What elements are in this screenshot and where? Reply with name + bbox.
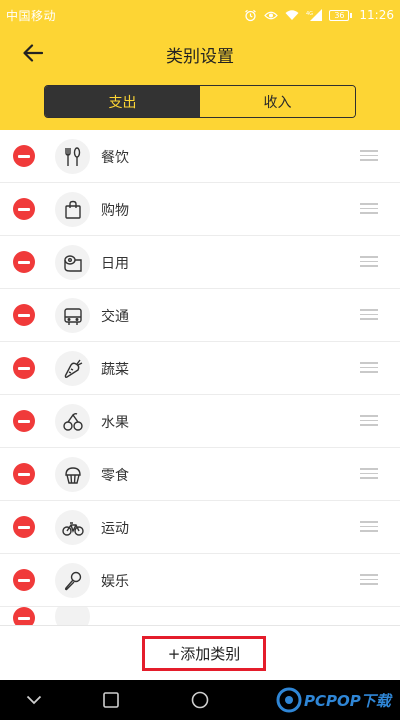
drag-handle[interactable] [360,203,378,215]
battery-icon: 36 [329,9,353,21]
square-icon [103,692,119,708]
drag-handle[interactable] [360,574,378,586]
eye-icon [264,11,279,19]
header: 类别设置 支出 收入 [0,30,400,130]
cherries-icon [55,404,90,439]
list-item: 水果 [0,395,400,448]
category-label: 蔬菜 [101,362,129,378]
tab-income[interactable]: 收入 [200,86,355,117]
utensils-icon [55,139,90,174]
category-label: 运动 [101,521,129,537]
category-label: 水果 [101,415,129,431]
delete-button[interactable] [13,198,35,220]
list-item: 日用 [0,236,400,289]
category-label: 零食 [101,468,129,484]
delete-button[interactable] [13,607,35,625]
wifi-icon [285,10,299,20]
system-nav-bar: PCPOP下载 [0,680,400,720]
add-category-button[interactable]: +添加类别 [142,636,266,671]
page-title: 类别设置 [166,47,234,67]
drag-handle[interactable] [360,415,378,427]
tab-expense[interactable]: 支出 [45,86,200,117]
category-icon [55,607,90,625]
list-item: 交通 [0,289,400,342]
cupcake-icon [55,457,90,492]
svg-text:4G: 4G [306,11,313,17]
delete-button[interactable] [13,357,35,379]
delete-button[interactable] [13,569,35,591]
watermark: PCPOP下载 [276,684,398,716]
type-tabs: 支出 收入 [44,85,356,118]
microphone-icon [55,563,90,598]
delete-button[interactable] [13,410,35,432]
category-label: 购物 [101,203,129,219]
drag-handle[interactable] [360,309,378,321]
alarm-icon [245,9,257,21]
drag-handle[interactable] [360,468,378,480]
category-label: 娱乐 [101,574,129,590]
list-item: 零食 [0,448,400,501]
category-label: 交通 [101,309,129,325]
battery-level: 36 [329,9,350,21]
signal-4g-icon: 4G [306,9,323,21]
status-icons: 4G 36 11:26 [244,8,394,22]
shopping-bag-icon [55,192,90,227]
watermark-logo-icon [276,687,302,713]
watermark-text: PCPOP下载 [304,691,391,710]
bottom-action-bar: +添加类别 [0,625,400,680]
nav-collapse-button[interactable] [22,688,46,712]
drag-handle[interactable] [360,256,378,268]
list-item: 蔬菜 [0,342,400,395]
carrot-icon [55,351,90,386]
bicycle-icon [55,510,90,545]
delete-button[interactable] [13,516,35,538]
category-label: 餐饮 [101,150,129,166]
list-item: 购物 [0,183,400,236]
category-label: 日用 [101,256,129,272]
delete-button[interactable] [13,304,35,326]
list-item [0,607,400,625]
drag-handle[interactable] [360,362,378,374]
bus-icon [55,298,90,333]
nav-recents-button[interactable] [99,688,123,712]
toilet-paper-icon [55,245,90,280]
status-bar: 中国移动 4G 36 11:26 [0,0,400,30]
drag-handle[interactable] [360,521,378,533]
delete-button[interactable] [13,463,35,485]
delete-button[interactable] [13,251,35,273]
list-item: 娱乐 [0,554,400,607]
category-list: 餐饮 购物 日用 交通 蔬菜 水果 零食 运动 娱乐 [0,130,400,625]
carrier-label: 中国移动 [6,8,57,23]
list-item: 餐饮 [0,130,400,183]
circle-icon [191,691,209,709]
list-item: 运动 [0,501,400,554]
drag-handle[interactable] [360,150,378,162]
clock: 11:26 [359,8,394,22]
delete-button[interactable] [13,145,35,167]
nav-home-button[interactable] [188,688,212,712]
chevron-down-icon [26,695,42,705]
